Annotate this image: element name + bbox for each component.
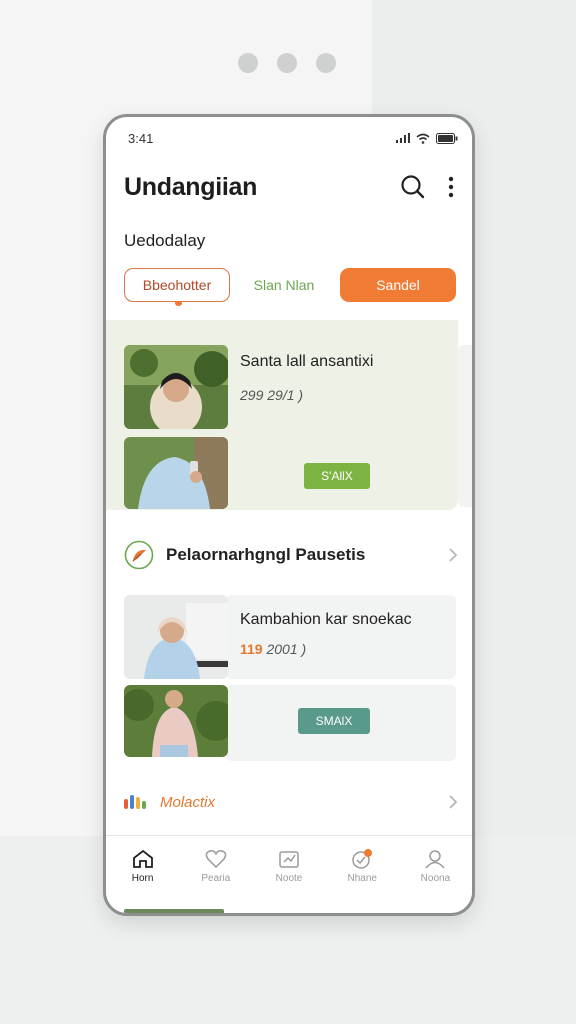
nav-item-4[interactable]: Nhane (326, 836, 399, 896)
nav-label: Horn (131, 872, 154, 884)
app-logo-icon (124, 795, 146, 809)
list-card-meta-rest: 2001 ) (266, 641, 307, 657)
page-indicator (238, 53, 336, 73)
leaf-icon (124, 540, 154, 570)
section-subtitle: Uedodalay (124, 231, 206, 250)
featured-card-title: Santa lall ansantixi (240, 353, 374, 370)
nav-item-home[interactable]: Horn (106, 836, 179, 896)
list-row-2-label: Molactix (160, 793, 216, 811)
chart-icon (279, 850, 299, 868)
notification-icon (352, 848, 373, 869)
app-header: Undangiian (124, 169, 454, 205)
page-dot[interactable] (238, 53, 258, 73)
list-card-image-bottom[interactable] (124, 685, 228, 757)
list-card-meta-highlight: 119 (240, 641, 263, 657)
scrollbar[interactable] (458, 345, 472, 507)
nav-label: Noona (420, 872, 451, 884)
nav-label: Noote (275, 872, 303, 884)
nav-item-5[interactable]: Noona (399, 836, 472, 896)
more-icon[interactable] (448, 176, 454, 198)
featured-card-meta: 299 29/1 ) (240, 387, 304, 403)
list-card-title: Kambahion kar snoekac (240, 611, 412, 628)
battery-icon (436, 132, 458, 144)
list-card-image-top[interactable] (124, 595, 228, 679)
featured-badge[interactable]: S'AllX (304, 463, 370, 489)
search-icon[interactable] (400, 174, 426, 200)
nav-label: Nhane (347, 872, 377, 884)
phone-frame: 3:41 Undangiian Uedodalay Bbeohotter Sla… (103, 114, 475, 916)
home-icon (132, 849, 153, 868)
list-card-badge[interactable]: SMAlX (298, 708, 370, 734)
chip-filter-3[interactable]: Sandel (340, 268, 456, 302)
signal-icon (396, 133, 410, 143)
list-row-1[interactable]: Pelaornarhgngl Pausetis (124, 539, 458, 571)
nav-item-3[interactable]: Noote (252, 836, 325, 896)
bottom-nav: Horn Pearia Noote Nhane Noona (106, 835, 472, 896)
chevron-right-icon[interactable] (448, 547, 458, 563)
featured-image-top[interactable] (124, 345, 228, 429)
nav-item-2[interactable]: Pearia (179, 836, 252, 896)
status-bar: 3:41 (128, 129, 458, 147)
chevron-right-icon[interactable] (448, 794, 458, 810)
page-title: Undangiian (124, 172, 258, 201)
list-row-title: Pelaornarhgngl Pausetis (166, 545, 366, 564)
list-card[interactable]: Kambahion kar snoekac 119 2001 ) SMAlX (106, 595, 458, 765)
chip-filter-2[interactable]: Slan Nlan (230, 268, 338, 302)
page-dot[interactable] (277, 53, 297, 73)
list-card-meta: 119 2001 ) (240, 641, 306, 657)
page-dot[interactable] (316, 53, 336, 73)
status-time: 3:41 (128, 130, 154, 146)
peek-content (124, 909, 224, 913)
list-row-2[interactable]: Molactix (124, 787, 458, 817)
profile-icon (425, 849, 445, 868)
filter-chips: Bbeohotter Slan Nlan Sandel (124, 267, 458, 306)
heart-icon (205, 849, 227, 868)
nav-label: Pearia (201, 872, 231, 884)
chip-filter-1[interactable]: Bbeohotter (124, 268, 230, 306)
wifi-icon (416, 133, 430, 144)
featured-image-bottom[interactable] (124, 437, 228, 509)
